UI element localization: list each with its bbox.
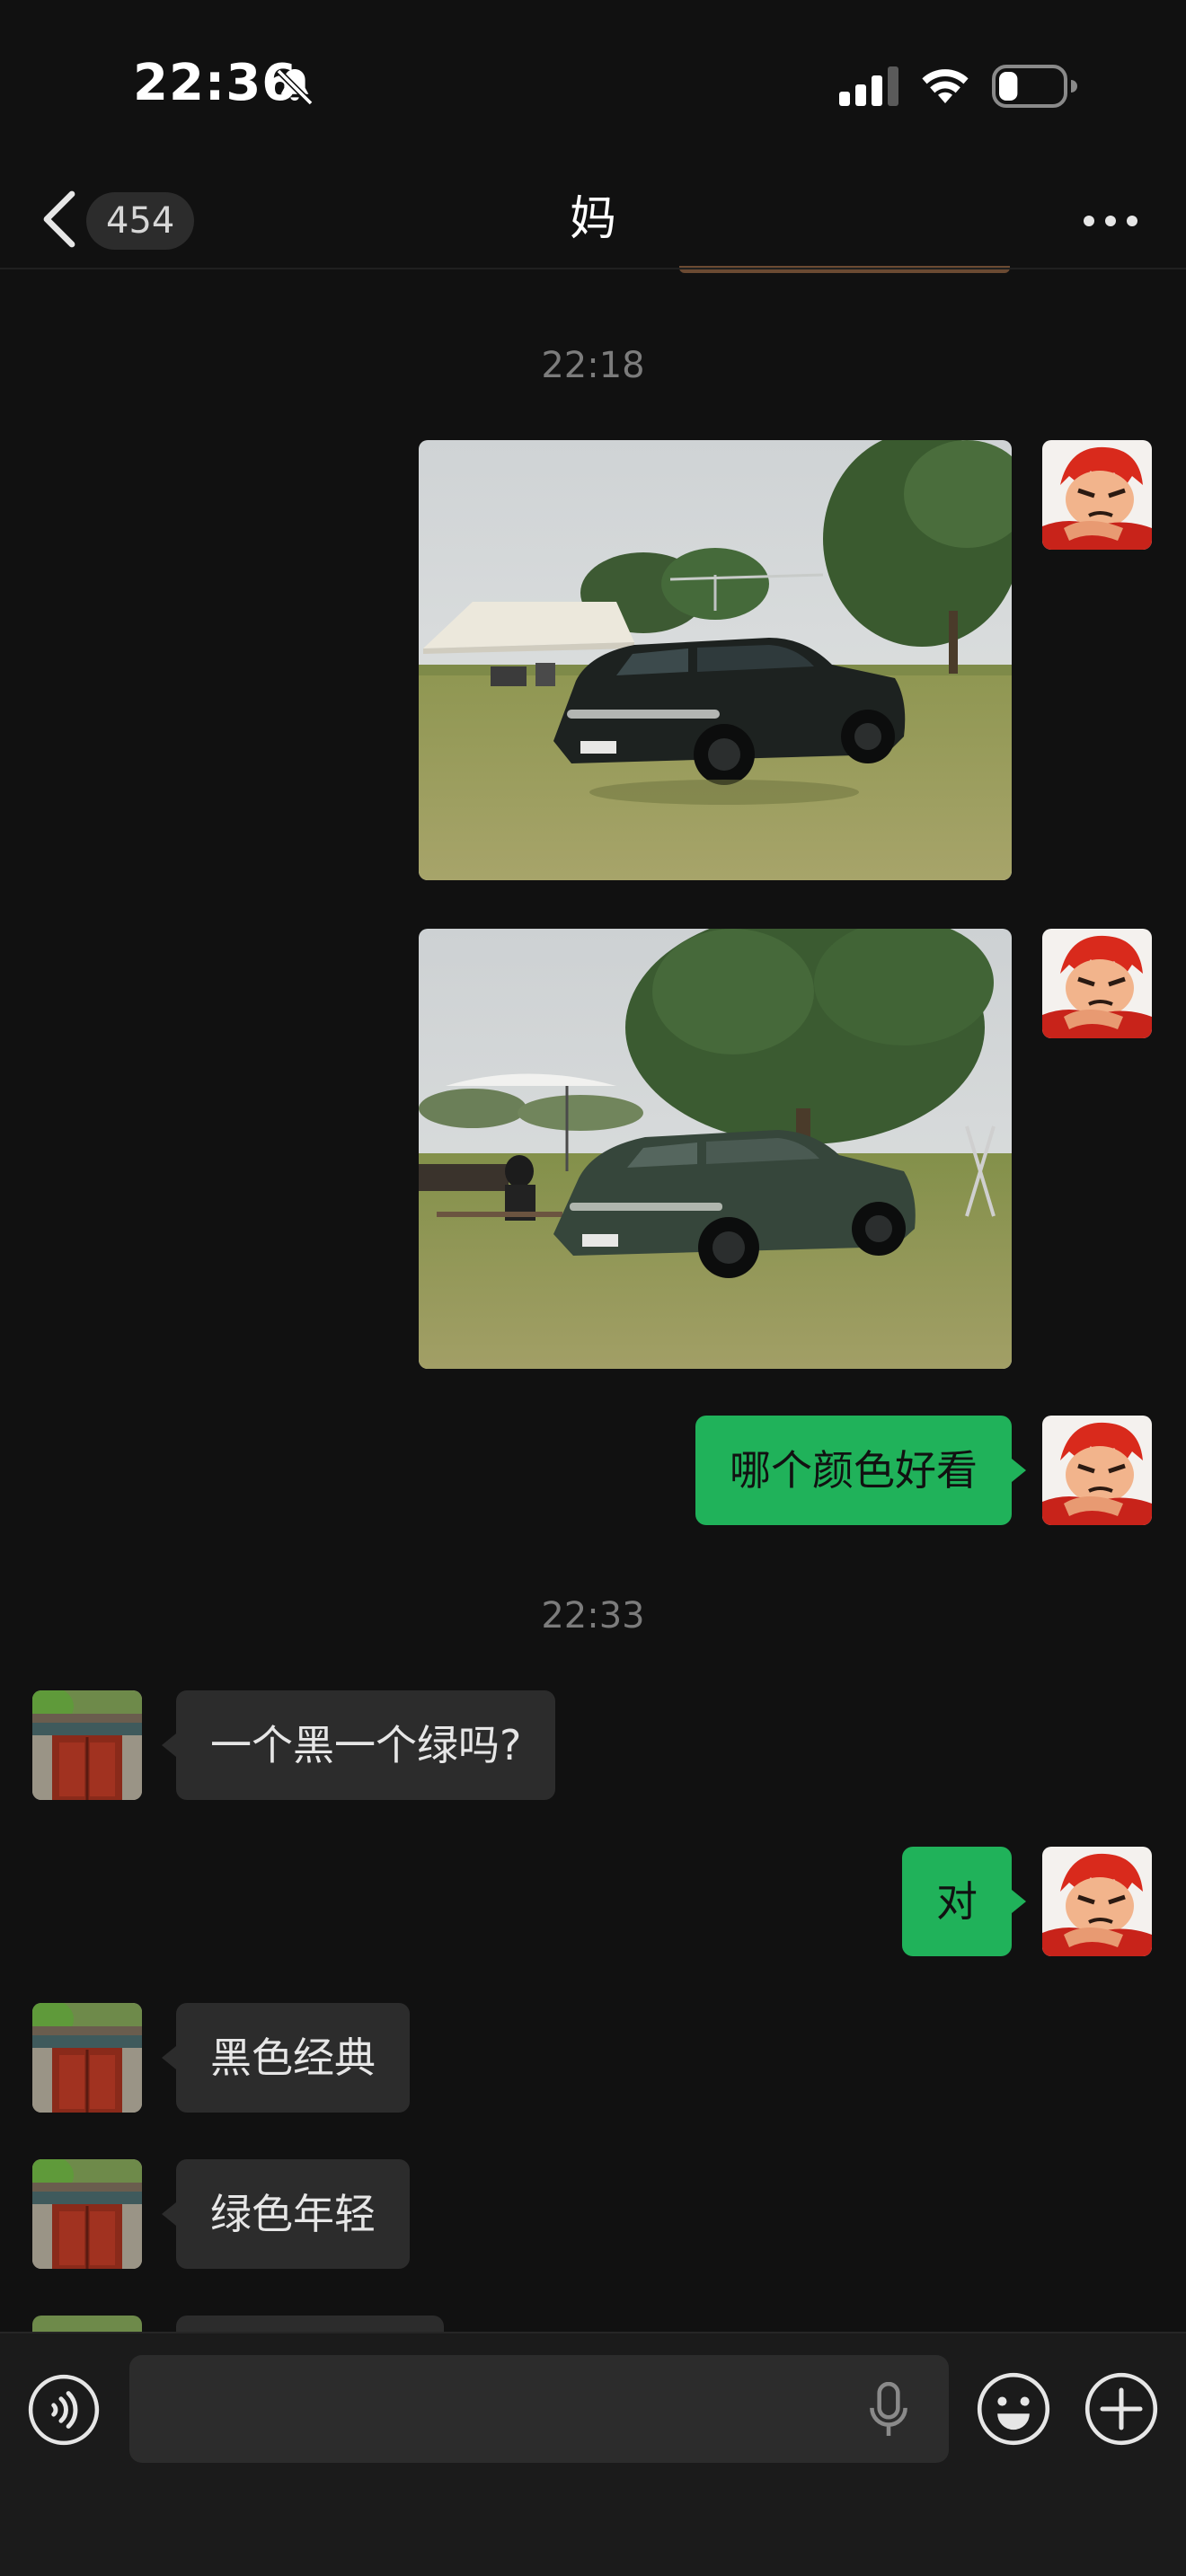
- more-icon[interactable]: [1078, 196, 1143, 246]
- green-suv-photo: [419, 929, 1012, 1369]
- message-text-input[interactable]: [129, 2355, 949, 2463]
- cartoon-avatar-icon: [1042, 440, 1152, 550]
- chat-screen: 22:36 454 妈 22:18 哪个颜色好看 22:33 一个黑一个绿吗? …: [0, 0, 1186, 2576]
- voice-icon[interactable]: [27, 2373, 101, 2447]
- mom-avatar[interactable]: [32, 2159, 142, 2269]
- chat-header: 454 妈: [0, 171, 1186, 269]
- image-message-green-suv[interactable]: [419, 929, 1012, 1369]
- my-avatar[interactable]: [1042, 929, 1152, 1038]
- bell-muted-icon: [276, 68, 314, 106]
- my-avatar[interactable]: [1042, 1847, 1152, 1956]
- chat-title: 妈: [569, 192, 616, 246]
- message-timestamp: 22:18: [541, 345, 645, 386]
- status-bar: 22:36: [0, 0, 1186, 171]
- gate-avatar-icon: [32, 2159, 142, 2269]
- bubble-tail: [162, 1734, 176, 1757]
- my-avatar[interactable]: [1042, 1416, 1152, 1525]
- cartoon-avatar-icon: [1042, 929, 1152, 1038]
- gate-avatar-icon: [32, 2003, 142, 2113]
- bubble-tail: [162, 2046, 176, 2069]
- header-divider: [0, 268, 1186, 269]
- wifi-icon: [922, 69, 969, 103]
- microphone-icon[interactable]: [868, 2382, 909, 2438]
- black-suv-photo: [419, 440, 1012, 880]
- mom-message-bubble[interactable]: 绿色年轻: [176, 2159, 410, 2269]
- battery-icon: [992, 65, 1077, 108]
- mom-message-bubble[interactable]: 黑色经典: [176, 2003, 410, 2113]
- cartoon-avatar-icon: [1042, 1847, 1152, 1956]
- message-timestamp: 22:33: [541, 1595, 645, 1636]
- emoji-icon[interactable]: [976, 2371, 1051, 2447]
- mom-avatar-partial: [32, 2316, 142, 2332]
- gate-avatar-icon: [32, 1690, 142, 1800]
- cartoon-avatar-icon: [1042, 1416, 1152, 1525]
- signal-icon: [839, 66, 898, 106]
- image-message-black-suv[interactable]: [419, 440, 1012, 880]
- my-message-bubble[interactable]: 对: [902, 1847, 1012, 1956]
- mom-message-bubble[interactable]: 一个黑一个绿吗?: [176, 1690, 556, 1800]
- my-avatar[interactable]: [1042, 440, 1152, 550]
- mom-message-bubble-partial: [176, 2316, 444, 2332]
- bubble-tail: [1012, 1890, 1026, 1913]
- mom-avatar[interactable]: [32, 1690, 142, 1800]
- my-message-bubble[interactable]: 哪个颜色好看: [695, 1416, 1012, 1525]
- bubble-tail: [1012, 1459, 1026, 1482]
- back-icon[interactable]: [32, 183, 86, 255]
- mom-avatar[interactable]: [32, 2003, 142, 2113]
- message-input-bar: [0, 2332, 1186, 2576]
- bubble-tail: [162, 2202, 176, 2226]
- unread-count-badge[interactable]: 454: [86, 192, 195, 250]
- plus-icon[interactable]: [1084, 2371, 1159, 2447]
